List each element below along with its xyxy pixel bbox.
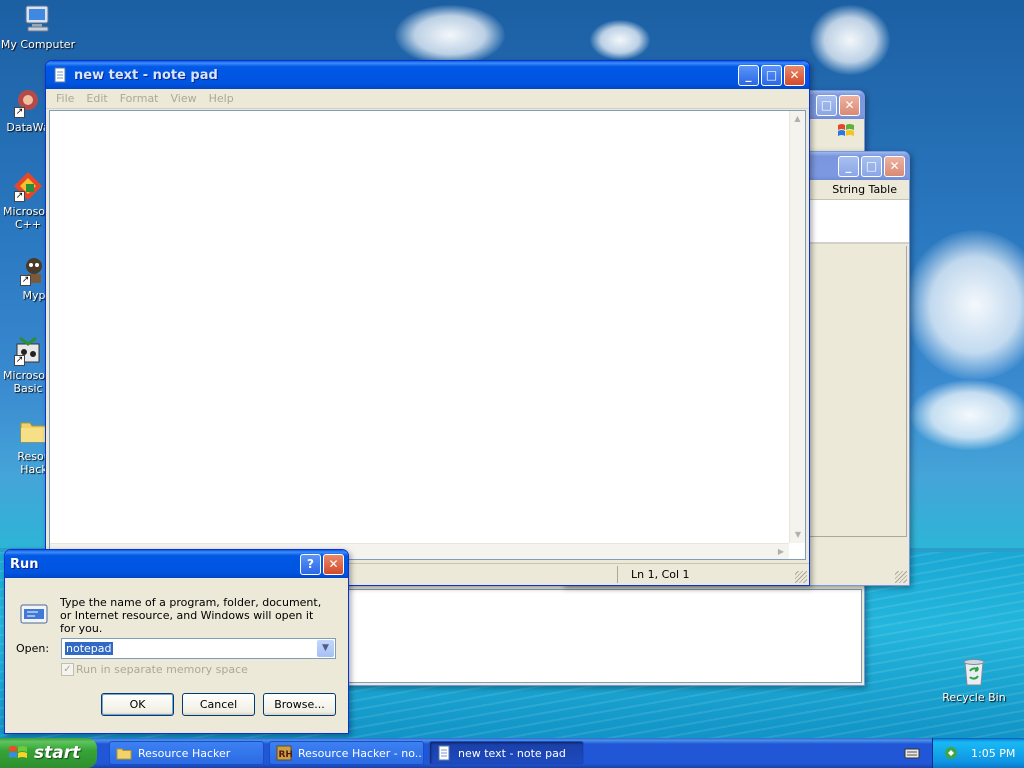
taskbar-button-label: Resource Hacker — [138, 746, 231, 760]
open-combobox[interactable]: notepad ▼ — [61, 638, 336, 659]
maximize-button[interactable]: □ — [761, 64, 782, 86]
desktop-icon-label: Recycle Bin — [942, 691, 1006, 704]
maximize-button[interactable]: □ — [861, 155, 882, 177]
taskbar-button-label: Resource Hacker - no... — [298, 746, 424, 760]
text-area[interactable]: ▲ ▼ ▶ — [49, 110, 806, 560]
open-label: Open: — [16, 642, 50, 655]
separate-memory-label: Run in separate memory space — [76, 663, 248, 676]
start-label: start — [34, 743, 81, 763]
scroll-up-icon[interactable]: ▲ — [790, 111, 805, 127]
shortcut-arrow-icon: ↗ — [14, 355, 25, 366]
folder-icon — [116, 748, 132, 760]
svg-text:RH: RH — [279, 750, 293, 760]
resize-grip[interactable] — [895, 571, 907, 583]
notepad-icon — [54, 67, 66, 83]
start-button[interactable]: start — [0, 738, 97, 768]
notepad-window: new text - note pad _ □ ✕ File Edit Form… — [45, 60, 810, 586]
cancel-button[interactable]: Cancel — [182, 693, 255, 716]
desktop-icon-recycle-bin[interactable]: Recycle Bin — [936, 656, 1012, 704]
title-bar: Run ? ✕ — [5, 550, 348, 578]
close-button[interactable]: ✕ — [884, 155, 905, 177]
menu-format[interactable]: Format — [114, 92, 165, 105]
shortcut-arrow-icon: ↗ — [20, 275, 31, 286]
desktop-icon-label: DataWa — [6, 121, 50, 134]
network-icon[interactable] — [943, 745, 959, 761]
minimize-button[interactable]: _ — [838, 155, 859, 177]
menu-help[interactable]: Help — [203, 92, 240, 105]
scroll-right-icon[interactable]: ▶ — [773, 544, 789, 560]
string-table-header: String Table — [832, 183, 897, 196]
windows-logo-icon — [838, 124, 854, 136]
close-button[interactable]: ✕ — [323, 553, 344, 575]
notepad-icon — [438, 745, 450, 761]
close-button[interactable]: ✕ — [839, 94, 860, 116]
desktop-icon-label: My Computer — [0, 38, 76, 51]
window-title: new text - note pad — [74, 67, 218, 83]
close-button[interactable]: ✕ — [784, 64, 805, 86]
system-tray: 1:05 PM — [932, 738, 1024, 768]
maximize-button[interactable]: □ — [816, 94, 837, 116]
desktop-icon-my-computer[interactable]: My Computer — [0, 3, 76, 51]
taskbar-button-resource-hacker-notepad[interactable]: RH Resource Hacker - no... — [269, 741, 424, 765]
help-button[interactable]: ? — [300, 553, 321, 575]
cloud — [905, 230, 1024, 380]
menu-view[interactable]: View — [165, 92, 203, 105]
vertical-scrollbar[interactable]: ▲ ▼ — [789, 111, 805, 543]
taskbar-button-label: new text - note pad — [458, 746, 566, 760]
title-bar: new text - note pad _ □ ✕ — [46, 61, 809, 89]
desktop-icon-label: Myp — [22, 289, 46, 302]
taskbar-button-notepad[interactable]: new text - note pad — [429, 741, 584, 765]
dropdown-arrow-icon[interactable]: ▼ — [317, 640, 334, 657]
browse-button[interactable]: Browse... — [263, 693, 336, 716]
menu-bar: File Edit Format View Help — [46, 89, 809, 109]
my-computer-icon — [25, 5, 49, 32]
shortcut-arrow-icon: ↗ — [14, 191, 25, 202]
minimize-button[interactable]: _ — [738, 64, 759, 86]
menu-file[interactable]: File — [50, 92, 80, 105]
scroll-down-icon[interactable]: ▼ — [790, 527, 806, 543]
cloud — [590, 20, 650, 60]
recycle-bin-icon — [963, 659, 985, 686]
cloud — [395, 5, 505, 65]
menu-edit[interactable]: Edit — [80, 92, 113, 105]
run-dialog: Run ? ✕ Type the name of a program, fold… — [4, 549, 349, 734]
ok-button[interactable]: OK — [101, 693, 174, 716]
shortcut-arrow-icon: ↗ — [14, 107, 25, 118]
run-icon — [20, 604, 48, 624]
resize-grip[interactable] — [795, 571, 807, 583]
dialog-title: Run — [10, 556, 39, 572]
cloud — [810, 5, 890, 75]
windows-flag-icon — [9, 746, 27, 758]
clock[interactable]: 1:05 PM — [971, 747, 1015, 760]
resource-hacker-icon: RH — [276, 745, 292, 761]
keyboard-icon[interactable] — [904, 745, 920, 761]
taskbar-button-resource-hacker[interactable]: Resource Hacker — [109, 741, 264, 765]
cursor-position: Ln 1, Col 1 — [631, 568, 690, 581]
output-pane[interactable] — [348, 589, 862, 683]
run-description: Type the name of a program, folder, docu… — [60, 596, 322, 635]
open-input-value[interactable]: notepad — [65, 642, 113, 655]
status-divider — [617, 566, 618, 583]
separate-memory-checkbox[interactable]: ✓ — [61, 663, 74, 676]
cloud — [910, 380, 1024, 450]
